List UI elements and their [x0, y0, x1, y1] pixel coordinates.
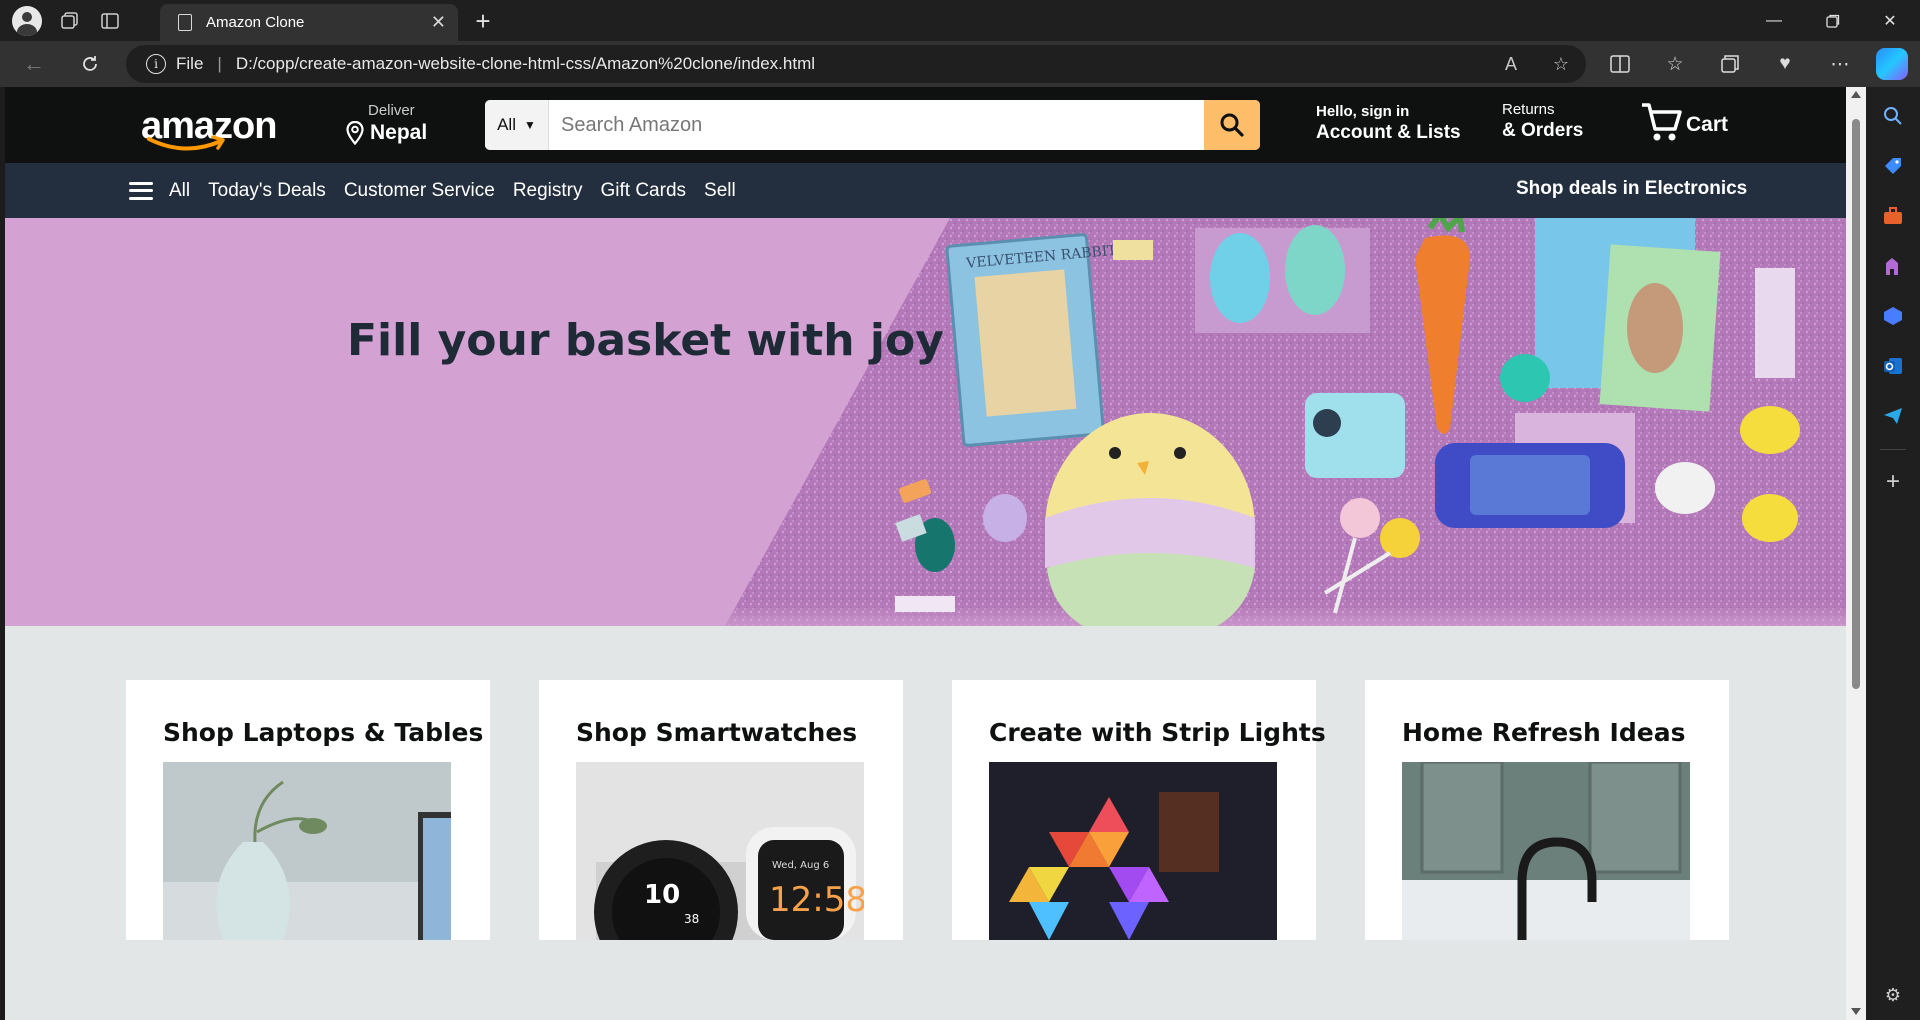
split-screen-icon[interactable]	[1600, 47, 1640, 81]
address-toolbar: ← i File | D:/copp/create-amazon-website…	[0, 41, 1920, 87]
browser-essentials-icon[interactable]: ♥	[1765, 47, 1805, 81]
deliver-location[interactable]: Deliver Nepal	[346, 102, 427, 145]
edge-sidebar: + ⚙	[1866, 87, 1920, 1020]
sidebar-drop-icon[interactable]	[1878, 401, 1908, 431]
subnav-todays-deals[interactable]: Today's Deals	[208, 180, 326, 202]
restore-window-icon[interactable]	[1805, 0, 1861, 41]
url-text[interactable]: D:/copp/create-amazon-website-clone-html…	[236, 54, 1486, 74]
scrollbar-thumb[interactable]	[1852, 119, 1860, 689]
favorite-star-icon[interactable]: ☆	[1536, 54, 1586, 75]
url-scheme: File	[176, 54, 204, 73]
chevron-down-icon: ▼	[524, 118, 536, 132]
refresh-icon[interactable]	[72, 47, 108, 81]
deliver-label: Deliver	[368, 102, 415, 119]
deliver-location-name: Nepal	[370, 121, 428, 144]
search-button[interactable]	[1204, 100, 1260, 150]
returns-label: Returns	[1502, 101, 1555, 118]
sidebar-copilot-app-icon[interactable]	[1878, 301, 1908, 331]
location-pin-icon	[346, 121, 364, 145]
right-watch-date: Wed, Aug 6	[772, 860, 830, 871]
account-lists-link[interactable]: Hello, sign in Account & Lists	[1316, 103, 1461, 144]
subnav-all[interactable]: All	[169, 180, 190, 202]
address-bar[interactable]: i File | D:/copp/create-amazon-website-c…	[126, 45, 1586, 83]
signin-greeting: Hello, sign in	[1316, 103, 1410, 120]
card-smartwatches[interactable]: Shop Smartwatches 10 38 Wed, Aug 6 12:58	[539, 680, 903, 940]
search-category-value: All	[497, 115, 516, 134]
close-window-icon[interactable]: ✕	[1862, 0, 1918, 41]
read-aloud-icon[interactable]: A	[1486, 54, 1536, 75]
scroll-down-arrow-icon[interactable]	[1851, 1008, 1861, 1015]
search-icon	[1220, 113, 1244, 137]
right-watch-time: 12:58	[769, 880, 864, 920]
laptop-image	[163, 762, 451, 940]
sidebar-divider	[1880, 449, 1906, 450]
card-laptops[interactable]: Shop Laptops & Tables	[126, 680, 490, 940]
settings-more-icon[interactable]: ⋯	[1820, 47, 1860, 81]
cart-button[interactable]: Cart	[1640, 99, 1728, 143]
scroll-up-arrow-icon[interactable]	[1851, 91, 1861, 98]
tab-title: Amazon Clone	[206, 14, 305, 31]
minimize-window-icon[interactable]: —	[1746, 0, 1802, 41]
card-title: Home Refresh Ideas	[1402, 718, 1686, 747]
hero-banner[interactable]: VELVETEEN RABBIT Fill your basket with j…	[5, 218, 1846, 626]
left-watch-time: 10	[644, 880, 681, 910]
sidebar-search-icon[interactable]	[1878, 101, 1908, 131]
orders-label: & Orders	[1502, 120, 1584, 141]
card-strip-lights[interactable]: Create with Strip Lights	[952, 680, 1326, 940]
category-cards: Shop Laptops & Tables Shop Smartwatches	[5, 626, 1846, 1020]
document-icon	[178, 14, 192, 31]
sidebar-settings-gear-icon[interactable]: ⚙	[1878, 980, 1908, 1010]
vertical-tabs-icon[interactable]	[90, 0, 130, 41]
card-home-refresh[interactable]: Home Refresh Ideas	[1365, 680, 1729, 940]
profile-avatar-icon[interactable]	[12, 5, 42, 36]
workspaces-icon[interactable]	[50, 0, 90, 41]
card-title: Shop Smartwatches	[576, 718, 858, 747]
subnav-registry[interactable]: Registry	[513, 180, 583, 202]
sidebar-outlook-icon[interactable]	[1878, 351, 1908, 381]
web-page-viewport: amazon Deliver Nepal All ▼ Hello, sign i…	[5, 87, 1846, 1020]
sidebar-shopping-icon[interactable]	[1878, 151, 1908, 181]
collections-icon[interactable]	[1710, 47, 1750, 81]
favorites-icon[interactable]: ☆	[1655, 47, 1695, 81]
page-scrollbar[interactable]	[1846, 87, 1866, 1020]
search-input[interactable]	[549, 100, 1204, 150]
tab-amazon-clone[interactable]: Amazon Clone ✕	[160, 4, 458, 41]
returns-orders-link[interactable]: Returns & Orders	[1502, 101, 1583, 142]
card-title: Shop Laptops & Tables	[163, 718, 484, 747]
sidebar-games-icon[interactable]	[1878, 251, 1908, 281]
subnav-customer-service[interactable]: Customer Service	[344, 180, 495, 202]
back-arrow-icon[interactable]: ←	[16, 47, 52, 81]
search-bar: All ▼	[485, 100, 1260, 150]
card-title: Create with Strip Lights	[989, 718, 1326, 747]
new-tab-button[interactable]: +	[466, 4, 500, 38]
amazon-header: amazon Deliver Nepal All ▼ Hello, sign i…	[5, 87, 1846, 163]
site-info-icon[interactable]: i	[146, 54, 166, 74]
hero-easter-image: VELVETEEN RABBIT	[725, 218, 1846, 626]
subnav-gift-cards[interactable]: Gift Cards	[601, 180, 687, 202]
account-lists-label: Account & Lists	[1316, 122, 1461, 143]
smartwatch-image: 10 38 Wed, Aug 6 12:58	[576, 762, 864, 940]
url-separator: |	[217, 54, 222, 73]
subnav-electronics-promo[interactable]: Shop deals in Electronics	[1516, 178, 1747, 200]
hamburger-menu-icon[interactable]	[129, 181, 153, 200]
home-refresh-image	[1402, 762, 1690, 940]
amazon-subnav: All Today's Deals Customer Service Regis…	[5, 163, 1846, 218]
cart-label: Cart	[1686, 113, 1729, 136]
search-category-select[interactable]: All ▼	[485, 100, 549, 150]
browser-tab-bar: Amazon Clone ✕ + — ✕	[0, 0, 1920, 41]
sidebar-tools-icon[interactable]	[1878, 201, 1908, 231]
strip-lights-image	[989, 762, 1277, 940]
left-watch-seconds: 38	[684, 912, 700, 926]
close-tab-icon[interactable]: ✕	[431, 12, 446, 33]
sidebar-add-icon[interactable]: +	[1878, 467, 1908, 497]
copilot-icon[interactable]	[1876, 48, 1908, 80]
subnav-sell[interactable]: Sell	[704, 180, 736, 202]
hero-headline: Fill your basket with joy	[347, 315, 944, 366]
shopping-cart-icon	[1642, 103, 1682, 141]
